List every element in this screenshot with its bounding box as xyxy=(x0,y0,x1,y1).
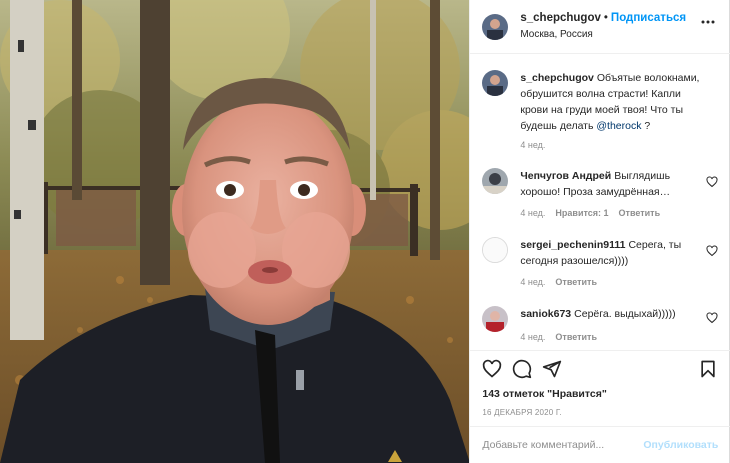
comment-item: Чепчугов Андрей Выглядишь хорошо! Проза з… xyxy=(482,168,718,218)
heart-icon[interactable] xyxy=(482,359,502,379)
comment-item: sergei_pechenin9111 Серега, ты сегодня ра… xyxy=(482,237,718,287)
caption-text-block: s_chepchugov Объятые волокнами, обрушится… xyxy=(520,70,706,134)
avatar[interactable] xyxy=(482,237,509,263)
instagram-post: s_chepchugov • Подписаться Москва, Россия … xyxy=(0,0,730,463)
heart-icon[interactable] xyxy=(706,312,718,324)
comment-time[interactable]: 4 нед. xyxy=(520,208,545,218)
avatar[interactable] xyxy=(482,70,509,96)
comment-text: Серёга. выдыхай))))) xyxy=(574,308,676,320)
comment-text-block: sergei_pechenin9111 Серега, ты сегодня ра… xyxy=(520,237,706,269)
post-sidebar: s_chepchugov • Подписаться Москва, Россия … xyxy=(469,0,730,463)
comment-time[interactable]: 4 нед. xyxy=(520,277,545,287)
mention-link[interactable]: @therock xyxy=(596,120,641,132)
comment-icon[interactable] xyxy=(512,359,532,379)
comment-item: saniok673 Серёга. выдыхай))))) 4 нед. Отве… xyxy=(482,306,718,346)
publish-button[interactable]: Опубликовать xyxy=(643,439,718,451)
comment-meta: 4 нед. Ответить xyxy=(520,277,607,287)
comment-username[interactable]: Чепчугов Андрей xyxy=(520,170,611,182)
caption-time[interactable]: 4 нед. xyxy=(520,140,545,150)
caption-username[interactable]: s_chepchugov xyxy=(520,72,594,84)
separator-dot: • xyxy=(603,12,608,24)
comment-input[interactable] xyxy=(482,439,643,451)
header-username[interactable]: s_chepchugov xyxy=(520,12,601,24)
more-options-icon[interactable] xyxy=(700,14,716,30)
comment-text-block: saniok673 Серёга. выдыхай))))) xyxy=(520,306,706,322)
likes-count[interactable]: 143 отметок "Нравится" xyxy=(482,388,606,400)
likes-count-suffix: "Нравится" xyxy=(547,388,607,400)
comment-time[interactable]: 4 нед. xyxy=(520,332,545,342)
post-actions: 143 отметок "Нравится" 16 ДЕКАБРЯ 2020 Г… xyxy=(470,350,730,458)
caption-end: ? xyxy=(641,120,651,132)
location-link[interactable]: Москва, Россия xyxy=(520,29,593,40)
avatar[interactable] xyxy=(482,14,509,40)
post-header: s_chepchugov • Подписаться Москва, Россия xyxy=(470,0,730,54)
comment-meta: 4 нед. Нравится: 1 Ответить xyxy=(520,208,670,218)
post-photo[interactable] xyxy=(0,0,470,463)
likes-count-number: 143 отметок xyxy=(482,388,545,400)
heart-icon[interactable] xyxy=(706,176,718,188)
avatar[interactable] xyxy=(482,306,509,332)
selfie-in-autumn-park-image xyxy=(0,0,470,463)
post-date[interactable]: 16 ДЕКАБРЯ 2020 Г. xyxy=(482,408,561,417)
caption-meta: 4 нед. xyxy=(520,140,555,150)
comment-username[interactable]: saniok673 xyxy=(520,308,571,320)
avatar[interactable] xyxy=(482,168,509,194)
comment-likes[interactable]: Нравится: 1 xyxy=(555,208,608,218)
comment-meta: 4 нед. Ответить xyxy=(520,332,607,342)
add-comment-box: Опубликовать xyxy=(470,426,730,463)
reply-button[interactable]: Ответить xyxy=(619,208,661,218)
comment-text-block: Чепчугов Андрей Выглядишь хорошо! Проза з… xyxy=(520,168,706,200)
bookmark-icon[interactable] xyxy=(698,359,718,379)
share-icon[interactable] xyxy=(542,359,562,379)
header-username-row: s_chepchugov • Подписаться xyxy=(520,12,686,24)
comment-username[interactable]: sergei_pechenin9111 xyxy=(520,239,625,251)
heart-icon[interactable] xyxy=(706,245,718,257)
reply-button[interactable]: Ответить xyxy=(555,277,597,287)
caption: s_chepchugov Объятые волокнами, обрушится… xyxy=(482,70,718,152)
follow-button[interactable]: Подписаться xyxy=(611,12,686,24)
reply-button[interactable]: Ответить xyxy=(555,332,597,342)
